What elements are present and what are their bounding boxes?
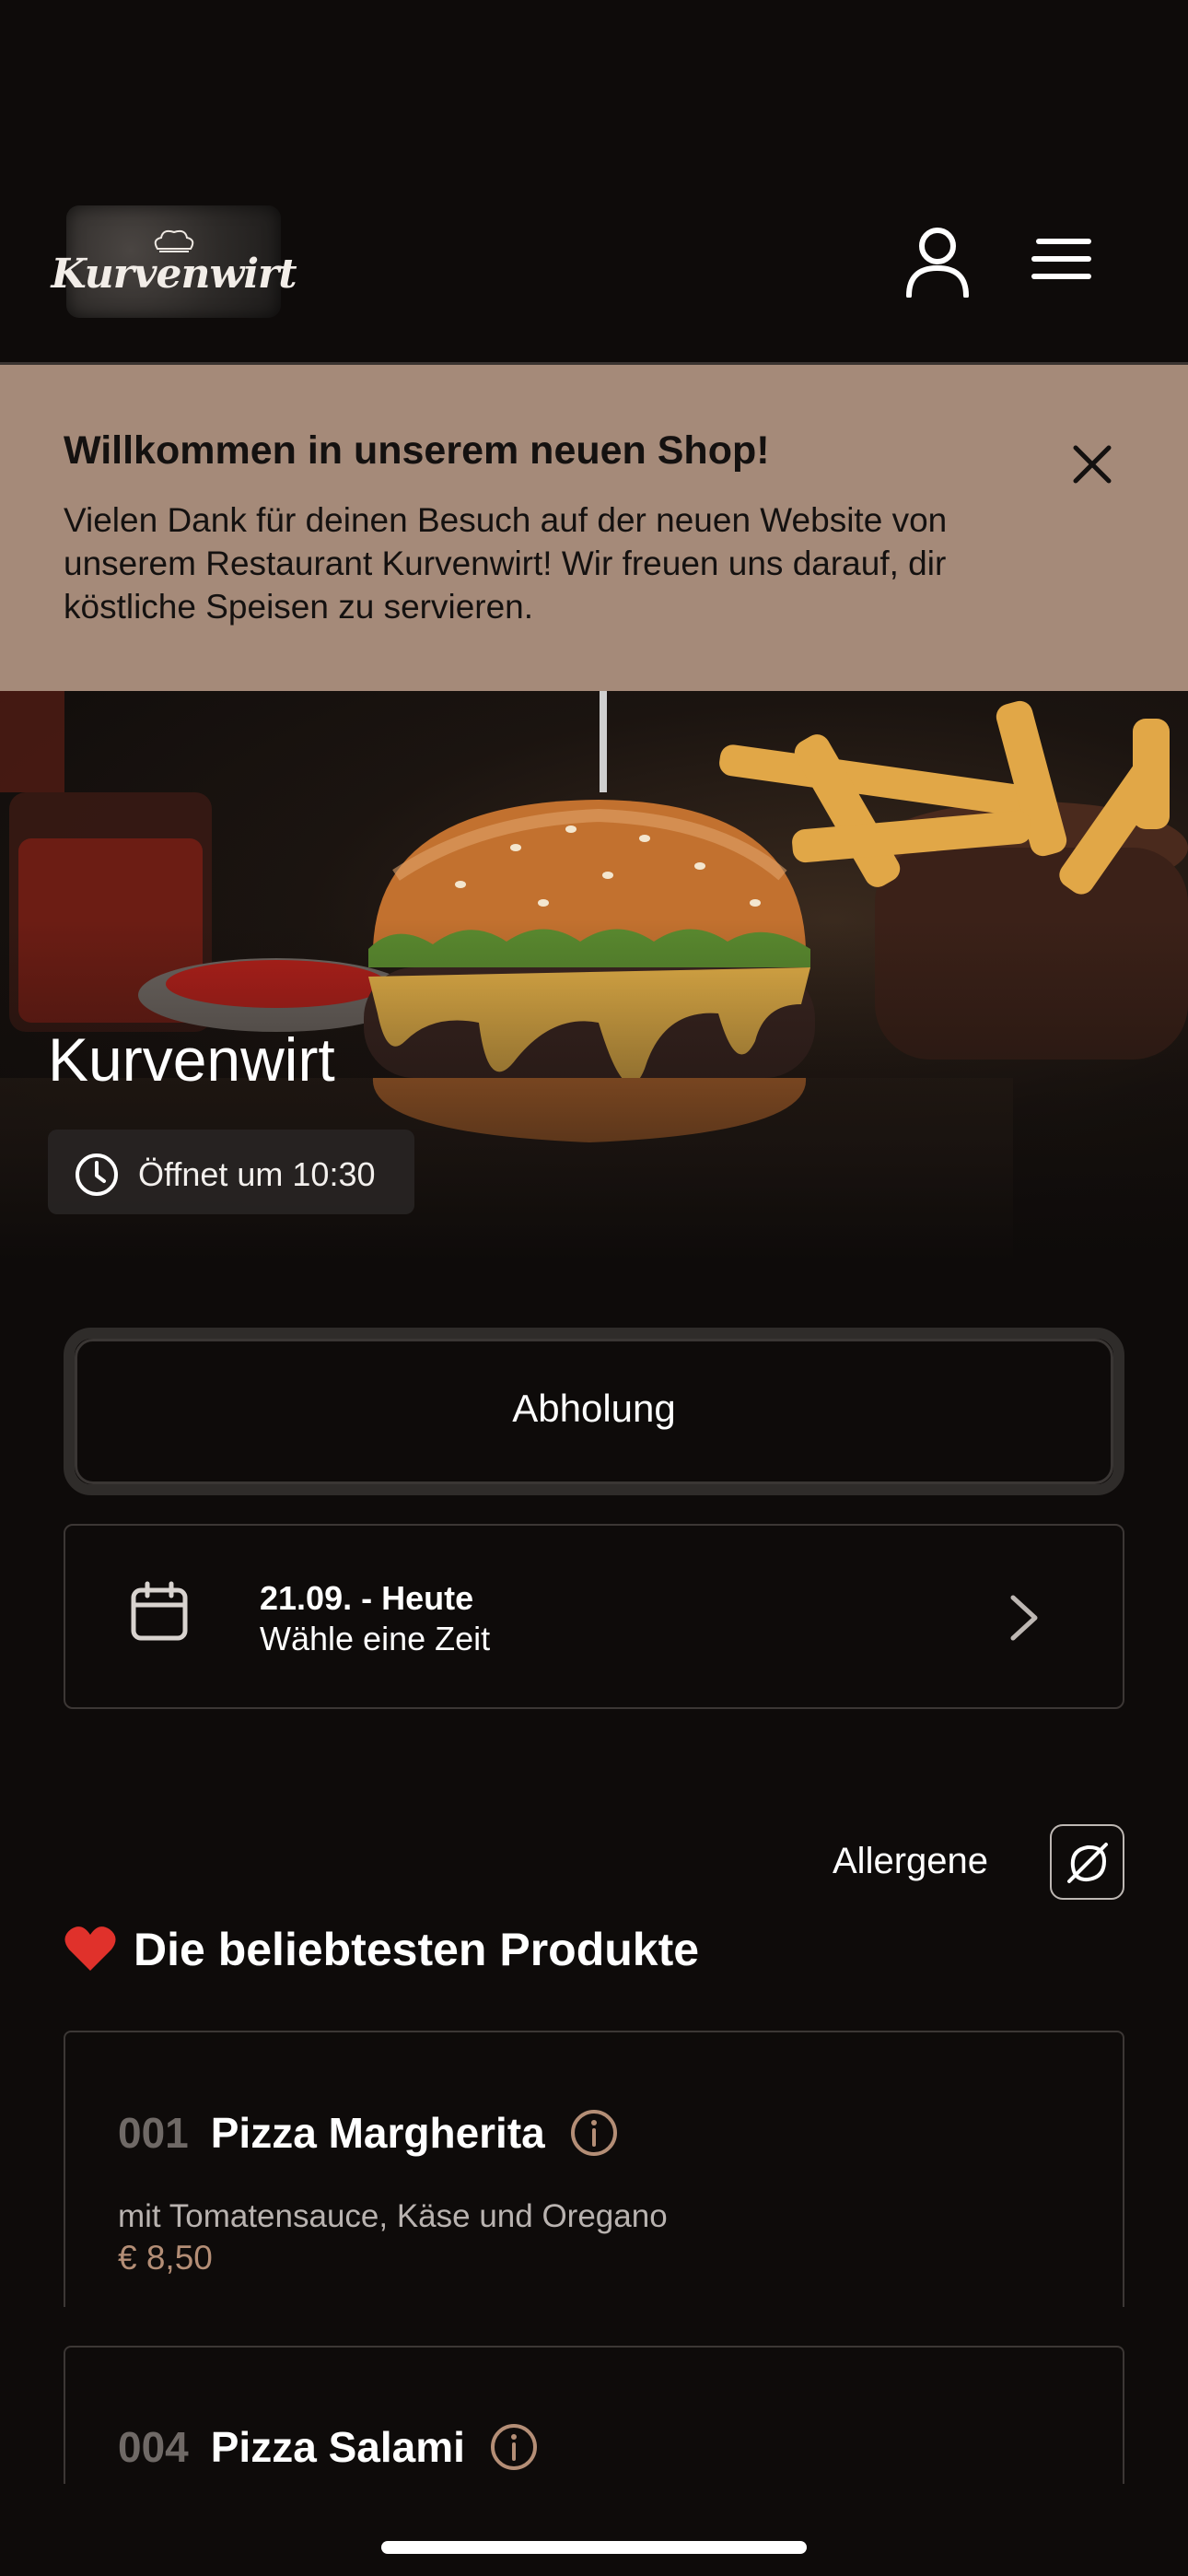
pickup-label: Abholung <box>512 1387 676 1430</box>
product-heading: 001 Pizza Margherita <box>118 2108 619 2158</box>
logo-text: Kurvenwirt <box>51 250 297 298</box>
selected-date: 21.09. - Heute <box>260 1579 474 1617</box>
menu-icon[interactable] <box>1031 236 1092 282</box>
info-icon[interactable] <box>569 2108 619 2158</box>
product-name: Pizza Margherita <box>210 2109 545 2157</box>
popular-products-title-text: Die beliebtesten Produkte <box>134 1924 700 1975</box>
home-indicator[interactable] <box>381 2541 807 2554</box>
date-time-selector[interactable] <box>64 1524 1124 1709</box>
product-number: 001 <box>118 2109 189 2157</box>
choose-time-hint: Wähle eine Zeit <box>260 1620 491 1657</box>
restaurant-logo[interactable]: Kurvenwirt <box>51 205 297 318</box>
info-icon[interactable] <box>489 2422 539 2472</box>
product-card[interactable] <box>64 2031 1124 2307</box>
clock-icon <box>76 1153 118 1196</box>
product-description: mit Tomatensauce, Käse und Oregano <box>118 2198 668 2234</box>
heart-icon <box>64 1926 116 1971</box>
allergen-filter-label[interactable]: Allergene <box>833 1841 988 1882</box>
calendar-icon <box>131 1581 188 1641</box>
restaurant-name: Kurvenwirt <box>48 1025 335 1094</box>
banner-title: Willkommen in unserem neuen Shop! <box>64 428 770 473</box>
close-icon[interactable] <box>1068 440 1116 488</box>
banner-text: Vielen Dank für deinen Besuch auf der ne… <box>64 501 948 626</box>
user-icon[interactable] <box>904 226 971 298</box>
product-name: Pizza Salami <box>210 2423 465 2471</box>
opening-status-text: Öffnet um 10:30 <box>138 1155 376 1193</box>
popular-products-title: Die beliebtesten Produkte <box>64 1923 699 1976</box>
product-price: € 8,50 <box>118 2239 213 2277</box>
product-number: 004 <box>118 2423 189 2471</box>
chevron-right-icon <box>1010 1595 1038 1641</box>
product-heading: 004 Pizza Salami <box>118 2422 539 2472</box>
allergen-icon <box>1067 1843 1108 1883</box>
